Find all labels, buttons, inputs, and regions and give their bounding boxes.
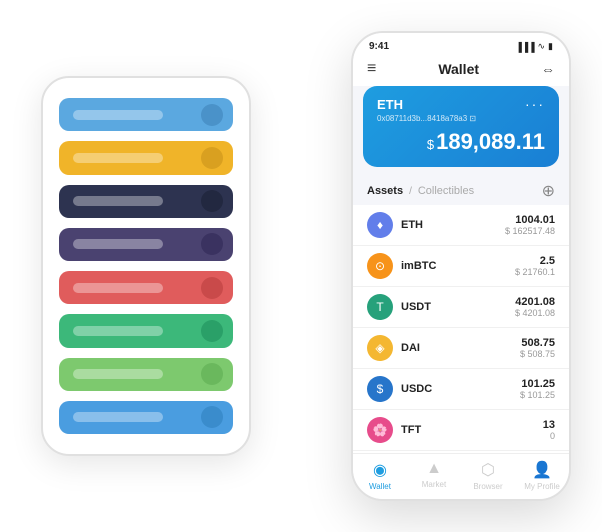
bottom-nav: ◉ Wallet ▲ Market ⬡ Browser 👤 My Profile [353, 453, 569, 499]
asset-usd: $ 101.25 [520, 390, 555, 400]
menu-icon[interactable]: ≡ [367, 60, 376, 78]
asset-amounts: 508.75$ 508.75 [520, 337, 555, 359]
asset-usd: $ 21760.1 [515, 267, 555, 277]
asset-name: TFT [401, 424, 543, 436]
nav-icon: ▲ [426, 460, 442, 478]
wifi-icon: ∿ [538, 41, 546, 52]
asset-name: USDC [401, 383, 520, 395]
assets-header: Assets / Collectibles ⊕ [353, 175, 569, 205]
wallet-card-row[interactable] [59, 98, 233, 131]
asset-icon: ⊙ [367, 253, 393, 279]
nav-item-market[interactable]: ▲ Market [407, 460, 461, 491]
asset-amount: 508.75 [520, 337, 555, 349]
asset-item[interactable]: T USDT4201.08$ 4201.08 [353, 287, 569, 328]
asset-name: USDT [401, 301, 515, 313]
balance-symbol: $ [427, 137, 434, 152]
asset-usd: 0 [543, 431, 555, 441]
wallet-card-top: ETH ··· [377, 96, 545, 112]
assets-tabs: Assets / Collectibles [367, 185, 474, 197]
nav-item-wallet[interactable]: ◉ Wallet [353, 460, 407, 491]
wallet-address: 0x08711d3b...8418a78a3 ⊡ [377, 114, 545, 123]
wallet-card-row[interactable] [59, 401, 233, 434]
wallet-card-row[interactable] [59, 141, 233, 174]
asset-icon: ♦ [367, 212, 393, 238]
balance-amount: 189,089.11 [436, 129, 545, 154]
wallet-card-row[interactable] [59, 271, 233, 304]
asset-item[interactable]: ⊙ imBTC2.5$ 21760.1 [353, 246, 569, 287]
asset-usd: $ 4201.08 [515, 308, 555, 318]
asset-name: ETH [401, 219, 505, 231]
asset-usd: $ 508.75 [520, 349, 555, 359]
asset-amounts: 4201.08$ 4201.08 [515, 296, 555, 318]
asset-amounts: 1004.01$ 162517.48 [505, 214, 555, 236]
asset-name: imBTC [401, 260, 515, 272]
asset-item[interactable]: ◈ DAI508.75$ 508.75 [353, 328, 569, 369]
nav-icon: ⬡ [481, 460, 495, 480]
asset-list: ♦ ETH1004.01$ 162517.48 ⊙ imBTC2.5$ 21760.1… [353, 205, 569, 453]
wallet-more-icon[interactable]: ··· [525, 96, 545, 112]
asset-usd: $ 162517.48 [505, 226, 555, 236]
wallet-card: ETH ··· 0x08711d3b...8418a78a3 ⊡ $189,08… [363, 86, 559, 167]
asset-icon: 🌸 [367, 417, 393, 443]
asset-amounts: 2.5$ 21760.1 [515, 255, 555, 277]
status-time: 9:41 [369, 41, 389, 52]
header-title: Wallet [438, 61, 479, 77]
wallet-card-row[interactable] [59, 314, 233, 347]
asset-amount: 4201.08 [515, 296, 555, 308]
asset-icon: ◈ [367, 335, 393, 361]
nav-label: My Profile [524, 482, 560, 491]
wallet-balance: $189,089.11 [377, 129, 545, 155]
battery-icon: ▮ [548, 41, 553, 52]
asset-item[interactable]: $ USDC101.25$ 101.25 [353, 369, 569, 410]
wallet-card-row[interactable] [59, 185, 233, 218]
tab-divider: / [409, 186, 412, 197]
nav-label: Browser [473, 482, 502, 491]
foreground-phone: 9:41 ▐▐▐ ∿ ▮ ≡ Wallet ⇔ ETH ··· 0x08711d… [351, 31, 571, 501]
asset-amount: 2.5 [515, 255, 555, 267]
asset-item[interactable]: 🌸 TFT130 [353, 410, 569, 451]
nav-item-browser[interactable]: ⬡ Browser [461, 460, 515, 491]
phone-header: ≡ Wallet ⇔ [353, 56, 569, 86]
background-phone [41, 76, 251, 456]
tab-assets[interactable]: Assets [367, 185, 403, 197]
wallet-coin-label: ETH [377, 97, 403, 112]
asset-amount: 1004.01 [505, 214, 555, 226]
asset-item[interactable]: ♦ ETH1004.01$ 162517.48 [353, 205, 569, 246]
nav-item-my-profile[interactable]: 👤 My Profile [515, 460, 569, 491]
asset-amounts: 101.25$ 101.25 [520, 378, 555, 400]
asset-amount: 101.25 [520, 378, 555, 390]
status-icons: ▐▐▐ ∿ ▮ [515, 41, 553, 52]
scan-icon[interactable]: ⇔ [541, 61, 555, 77]
nav-label: Market [422, 480, 446, 489]
nav-icon: ◉ [373, 460, 387, 480]
add-asset-icon[interactable]: ⊕ [542, 181, 555, 201]
asset-icon: $ [367, 376, 393, 402]
asset-amounts: 130 [543, 419, 555, 441]
scene: 9:41 ▐▐▐ ∿ ▮ ≡ Wallet ⇔ ETH ··· 0x08711d… [21, 16, 581, 516]
wallet-card-row[interactable] [59, 228, 233, 261]
asset-icon: T [367, 294, 393, 320]
asset-name: DAI [401, 342, 520, 354]
nav-icon: 👤 [532, 460, 552, 480]
asset-amount: 13 [543, 419, 555, 431]
tab-collectibles[interactable]: Collectibles [418, 185, 474, 197]
nav-label: Wallet [369, 482, 391, 491]
signal-icon: ▐▐▐ [515, 42, 534, 52]
status-bar: 9:41 ▐▐▐ ∿ ▮ [353, 33, 569, 56]
wallet-card-row[interactable] [59, 358, 233, 391]
